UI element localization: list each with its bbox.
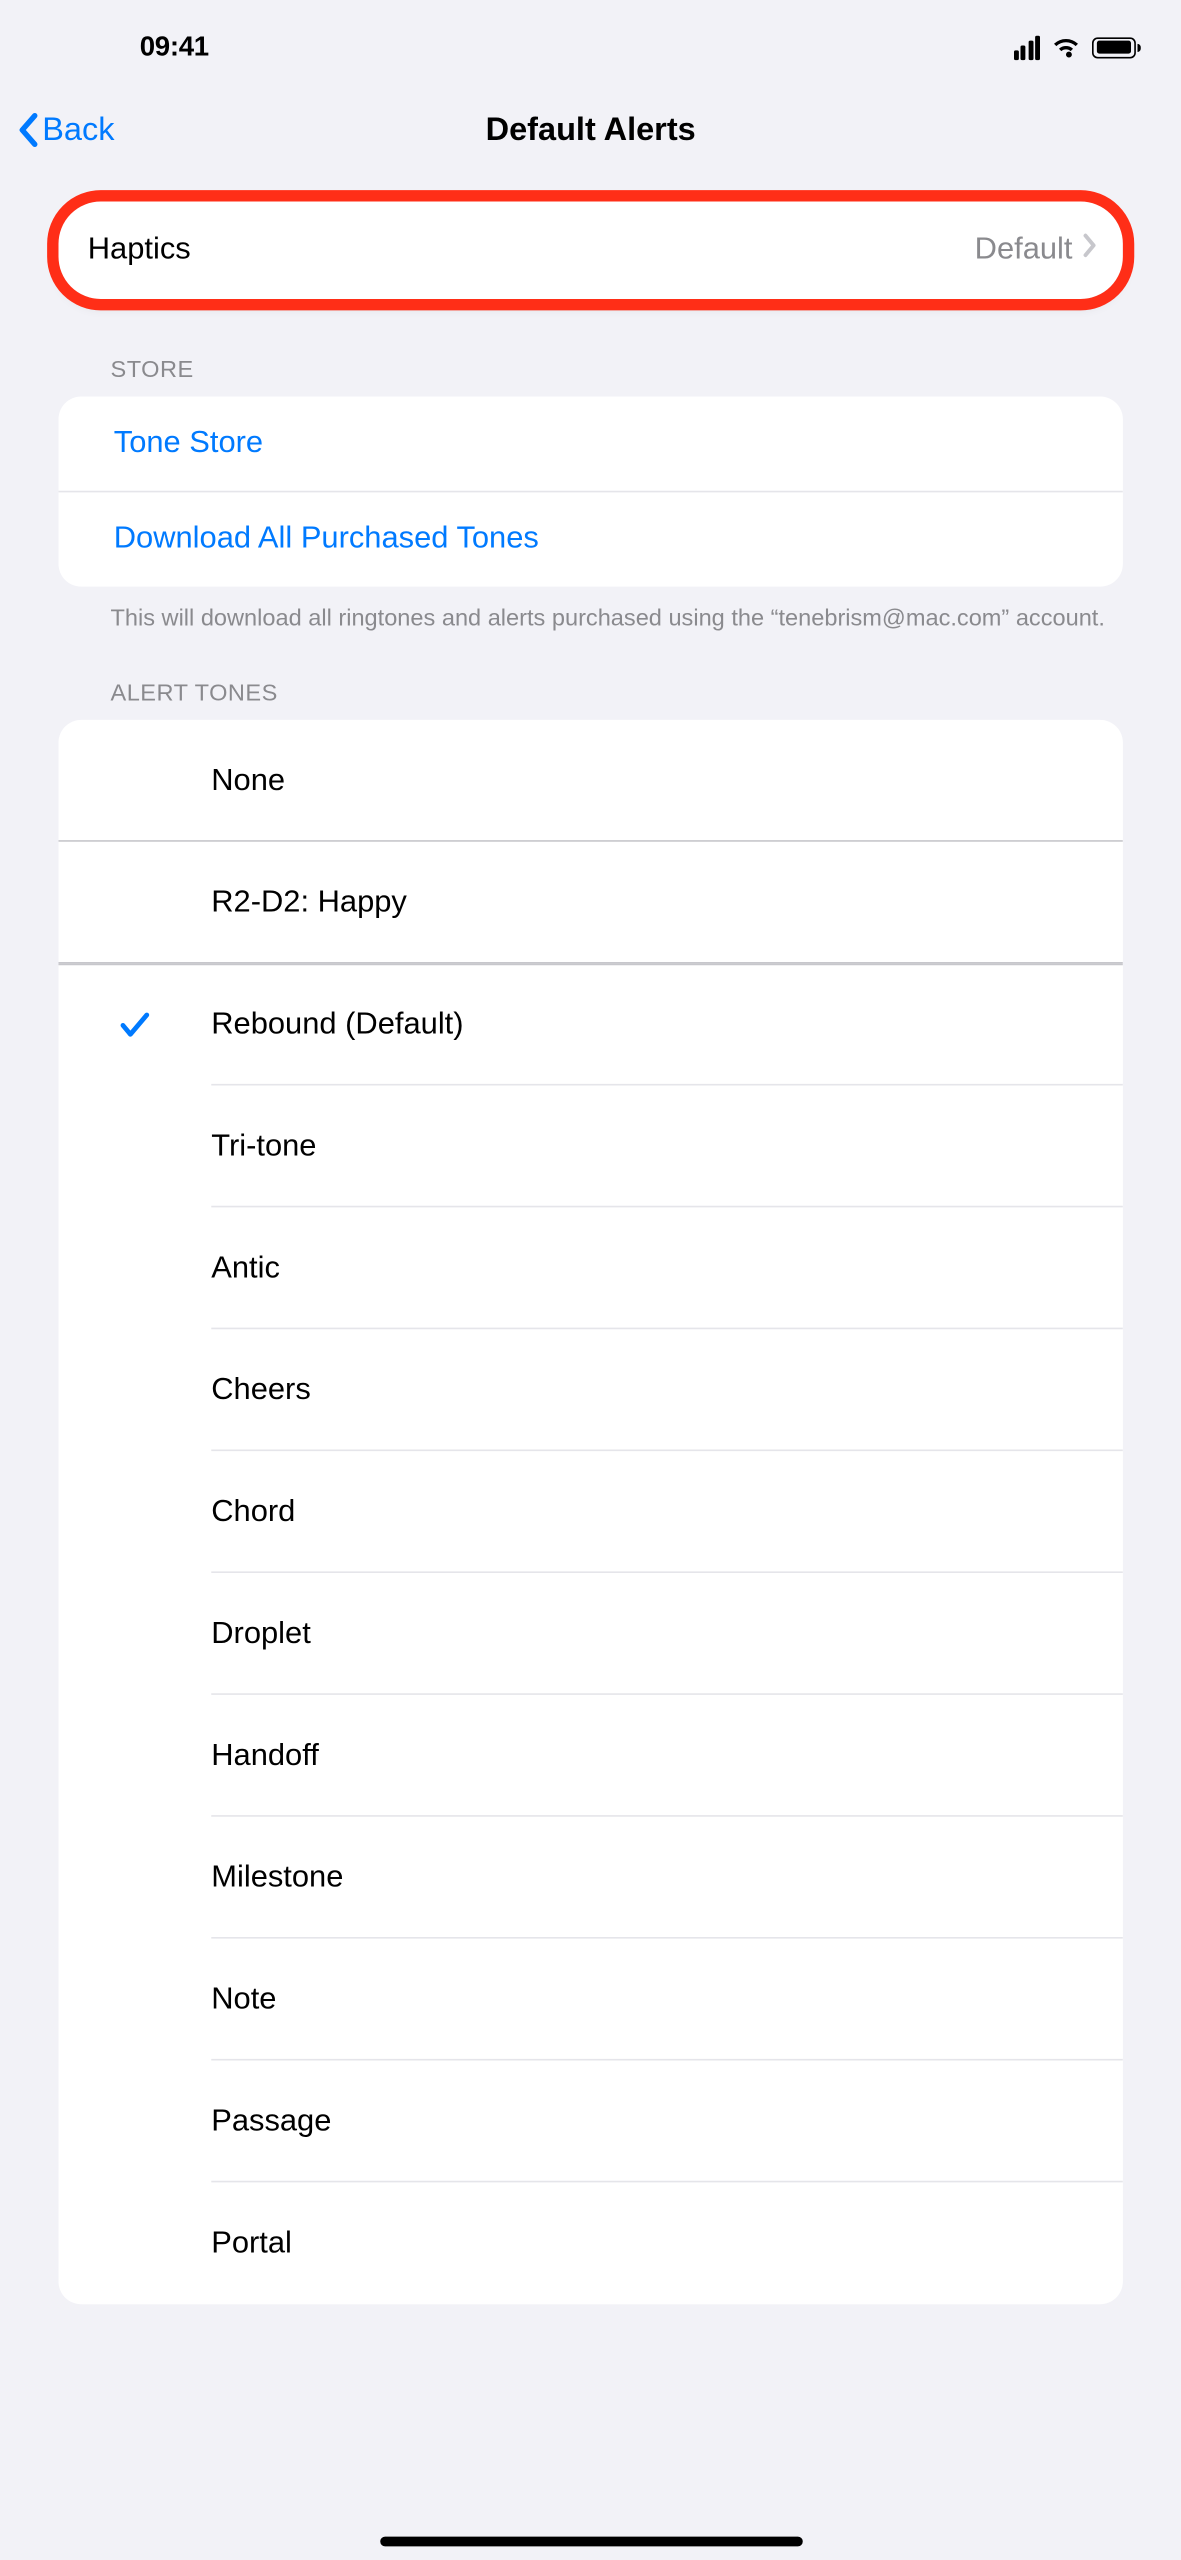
haptics-value: Default xyxy=(975,232,1073,268)
alert-tone-label: Droplet xyxy=(211,1617,1123,1653)
store-group: Tone Store Download All Purchased Tones xyxy=(59,397,1123,587)
nav-header: Back Default Alerts xyxy=(0,88,1181,173)
alert-tone-label: Chord xyxy=(211,1495,1123,1531)
alert-tone-row[interactable]: Rebound (Default) xyxy=(59,964,1123,1086)
page-title: Default Alerts xyxy=(486,111,696,148)
alert-tone-row[interactable]: Handoff xyxy=(59,1695,1123,1817)
content[interactable]: Haptics Default Store Tone Store Downloa… xyxy=(0,202,1181,2370)
home-indicator xyxy=(379,2537,802,2547)
alert-tone-label: Cheers xyxy=(211,1373,1123,1409)
alert-tone-row[interactable]: Milestone xyxy=(59,1817,1123,1939)
alert-tones-header: Alert Tones xyxy=(0,636,1181,721)
alert-tone-row[interactable]: None xyxy=(59,720,1123,842)
alert-tone-row[interactable]: Note xyxy=(59,1939,1123,2061)
alert-tone-label: R2-D2: Happy xyxy=(211,885,1123,921)
alert-tone-row[interactable]: Droplet xyxy=(59,1573,1123,1695)
status-indicators xyxy=(1013,35,1136,59)
cellular-icon xyxy=(1013,35,1040,59)
tone-store-row[interactable]: Tone Store xyxy=(59,397,1123,491)
haptics-label: Haptics xyxy=(88,232,975,268)
alert-tone-row[interactable]: Passage xyxy=(59,2061,1123,2183)
status-time: 09:41 xyxy=(46,31,209,64)
alert-tone-row[interactable]: R2-D2: Happy xyxy=(59,842,1123,964)
alert-tone-row[interactable]: Portal xyxy=(59,2183,1123,2305)
alert-tone-label: Portal xyxy=(211,2226,1123,2262)
alert-tone-label: Handoff xyxy=(211,1738,1123,1774)
alert-tone-label: Rebound (Default) xyxy=(211,1007,1123,1043)
alert-tone-row[interactable]: Chord xyxy=(59,1452,1123,1574)
haptics-row[interactable]: Haptics Default xyxy=(59,202,1123,300)
alert-tone-label: Passage xyxy=(211,2104,1123,2140)
chevron-left-icon xyxy=(16,112,39,148)
back-label: Back xyxy=(42,111,114,148)
alert-tone-label: Tri-tone xyxy=(211,1129,1123,1165)
alert-tone-row[interactable]: Cheers xyxy=(59,1330,1123,1452)
store-footer: This will download all ringtones and ale… xyxy=(0,587,1181,636)
alert-tone-label: None xyxy=(211,763,1123,799)
store-header: Store xyxy=(0,345,1181,397)
status-bar: 09:41 xyxy=(0,0,1181,88)
alert-tone-label: Antic xyxy=(211,1251,1123,1287)
chevron-right-icon xyxy=(1082,232,1097,268)
alert-tone-label: Note xyxy=(211,1982,1123,2018)
download-tones-row[interactable]: Download All Purchased Tones xyxy=(59,491,1123,587)
wifi-icon xyxy=(1051,36,1080,59)
alert-tone-row[interactable]: Tri-tone xyxy=(59,1086,1123,1208)
back-button[interactable]: Back xyxy=(16,111,114,148)
alert-tone-row[interactable]: Antic xyxy=(59,1208,1123,1330)
checkmark-icon xyxy=(59,1007,212,1043)
alert-tones-group: None R2-D2: Happy Rebound (Default) Tri-ton… xyxy=(59,720,1123,2304)
battery-icon xyxy=(1092,37,1136,58)
alert-tone-label: Milestone xyxy=(211,1860,1123,1896)
